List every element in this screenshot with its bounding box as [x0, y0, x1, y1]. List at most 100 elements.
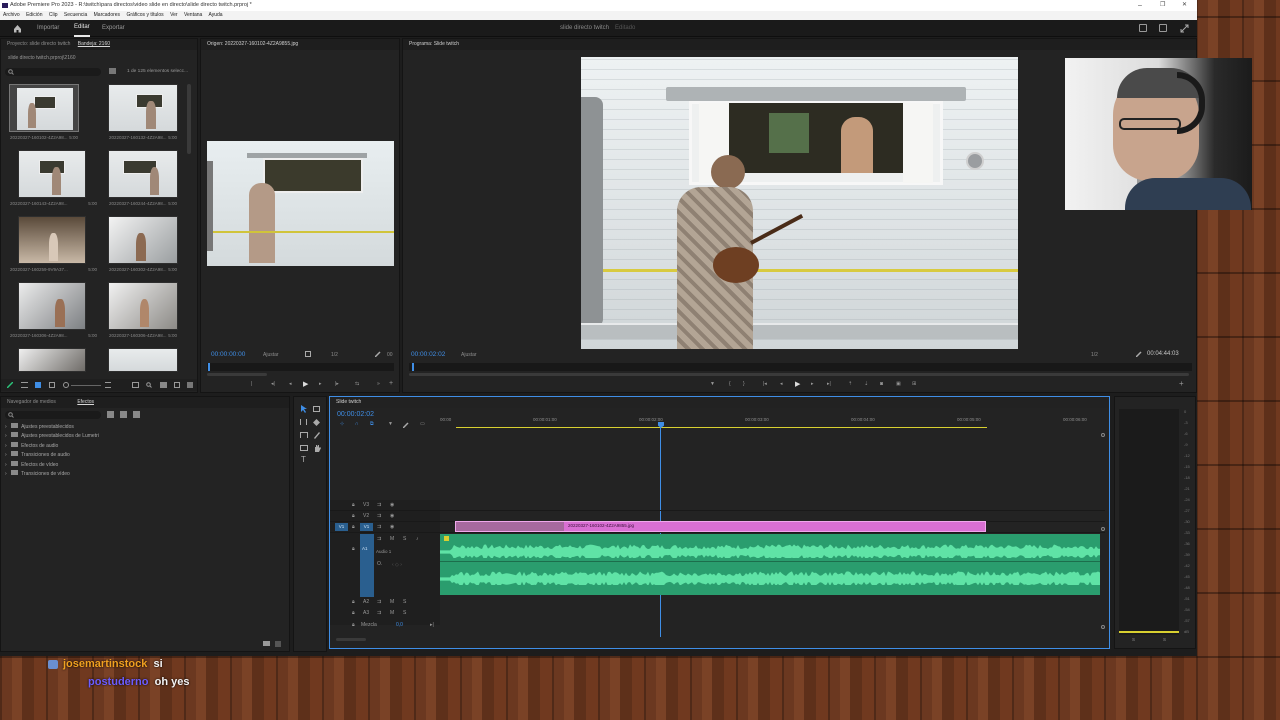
find-icon[interactable]	[146, 382, 152, 388]
mute-button[interactable]: M	[390, 610, 394, 616]
track-select-tool-icon[interactable]	[313, 406, 320, 412]
tab-bin[interactable]: Bandeja: 2160	[78, 41, 110, 47]
mute-button[interactable]: M	[390, 536, 394, 542]
solo-left-button[interactable]: S	[1132, 637, 1135, 642]
eye-icon[interactable]: ◉	[390, 513, 394, 519]
workspaces-icon[interactable]	[1139, 24, 1147, 32]
eye-icon[interactable]: ◉	[390, 502, 394, 508]
lock-icon[interactable]: 🔒︎	[352, 546, 355, 552]
program-mark-out-button[interactable]: }	[743, 381, 745, 387]
eye-icon[interactable]: ◉	[390, 524, 394, 530]
sync-lock-icon[interactable]: ⇉	[377, 610, 381, 616]
track-label[interactable]: V1	[360, 523, 373, 531]
solo-button[interactable]: S	[403, 610, 406, 616]
menu-ventana[interactable]: Ventana	[184, 12, 202, 18]
go-to-out-icon[interactable]: ▸|	[827, 381, 831, 387]
menu-secuencia[interactable]: Secuencia	[64, 12, 87, 18]
slip-tool-icon[interactable]	[300, 432, 308, 438]
zoom-slider-icon[interactable]	[63, 382, 69, 388]
pencil-icon[interactable]	[7, 382, 13, 388]
menu-edicion[interactable]: Edición	[26, 12, 42, 18]
bin-item[interactable]: 20220327-160143-4Z2A98... 5:00	[10, 150, 97, 206]
chat-username[interactable]: josemartinstock	[63, 658, 147, 670]
wrench-icon[interactable]	[375, 351, 381, 357]
effects-folder[interactable]: › Efectos de vídeo	[5, 460, 205, 470]
multicam-icon[interactable]: ⊞	[912, 381, 916, 387]
ripple-edit-tool-icon[interactable]	[300, 419, 307, 425]
captions-icon[interactable]: ▭	[420, 421, 425, 427]
go-to-in-icon[interactable]: |◂	[763, 381, 767, 387]
effects-folder[interactable]: › Transiciones de vídeo	[5, 469, 205, 479]
safe-margins-icon[interactable]	[305, 351, 311, 357]
program-scrubber[interactable]	[409, 363, 1192, 371]
tab-editar[interactable]: Editar	[74, 20, 90, 37]
lock-icon[interactable]: 🔒︎	[352, 622, 355, 628]
source-quality-select[interactable]: 1/2	[331, 352, 338, 358]
menu-archivo[interactable]: Archivo	[3, 12, 20, 18]
a1-patch[interactable]: A1	[360, 534, 374, 597]
effects-folder[interactable]: › Efectos de audio	[5, 441, 205, 451]
sync-lock-icon[interactable]: ⇉	[377, 513, 381, 519]
source-scrubber[interactable]	[207, 363, 394, 371]
timeline-zoom-bar[interactable]	[336, 638, 366, 641]
extract-icon[interactable]: ⇣	[864, 381, 868, 387]
yuv-effects-icon[interactable]	[133, 411, 140, 418]
track-resize-handle[interactable]	[1101, 527, 1105, 531]
bin-scrollbar[interactable]	[187, 84, 191, 154]
source-timecode[interactable]: 00:00:00:00	[211, 351, 245, 358]
add-button-icon[interactable]: +	[389, 380, 393, 387]
step-back-icon[interactable]: ◂|	[271, 381, 275, 387]
mix-value[interactable]: 0,0	[396, 622, 403, 628]
chat-username[interactable]: postuderno	[88, 676, 149, 688]
program-frame-back-icon[interactable]: ◂	[780, 381, 783, 387]
program-add-button-icon[interactable]: +	[1179, 379, 1184, 388]
sync-lock-icon[interactable]: ⇉	[377, 502, 381, 508]
menu-ayuda[interactable]: Ayuda	[208, 12, 222, 18]
accelerated-effects-icon[interactable]	[107, 411, 114, 418]
zoom-slider[interactable]	[71, 385, 101, 386]
trash-icon[interactable]	[187, 382, 193, 388]
source-patch-v1[interactable]: V1	[335, 523, 348, 531]
timeline-marker-icon[interactable]: ▼	[388, 421, 393, 427]
program-mark-in-button[interactable]: {	[729, 381, 731, 387]
tab-exportar[interactable]: Exportar	[102, 20, 125, 37]
bin-item[interactable]: 20220327-160306-4Z2A98... 5:00	[108, 282, 178, 338]
program-wrench-icon[interactable]	[1136, 351, 1142, 357]
effects-folder[interactable]: › Transiciones de audio	[5, 451, 205, 460]
solo-button[interactable]: S	[403, 536, 406, 542]
audio-clip[interactable]	[440, 534, 1100, 595]
export-frame-icon[interactable]: ◙	[880, 381, 883, 387]
bin-item[interactable]: 20220327-160132-4Z2A98... 5:00	[108, 84, 178, 140]
play-button[interactable]: ▶	[303, 380, 308, 388]
menu-graficos[interactable]: Gráficos y títulos	[126, 12, 163, 18]
share-icon[interactable]	[1159, 24, 1167, 32]
step-forward-icon[interactable]: |▸	[335, 381, 339, 387]
mute-button[interactable]: M	[390, 599, 394, 605]
maximize-button[interactable]: ❐	[1160, 0, 1165, 11]
sync-lock-icon[interactable]: ⇉	[377, 599, 381, 605]
bin-search-input[interactable]	[5, 68, 101, 76]
source-fit-select[interactable]: Ajustar	[263, 352, 279, 358]
lock-icon[interactable]: 🔒︎	[352, 610, 355, 616]
lock-icon[interactable]: 🔒︎	[352, 513, 355, 519]
lock-icon[interactable]: 🔒︎	[352, 502, 355, 508]
frame-forward-icon[interactable]: ▸	[319, 381, 322, 387]
volume-knob[interactable]: O.	[377, 561, 382, 567]
timeline-settings-icon[interactable]	[403, 422, 409, 428]
tab-media-browser[interactable]: Navegador de medios	[7, 399, 56, 405]
mark-in-button[interactable]: |	[251, 381, 252, 387]
add-marker-icon[interactable]: ▼	[710, 381, 715, 387]
work-area-bar[interactable]	[456, 427, 987, 428]
snap-icon[interactable]: ∩	[355, 421, 359, 427]
sync-lock-icon[interactable]: ⇉	[377, 524, 381, 530]
source-zoom-bar[interactable]	[207, 373, 267, 376]
icon-view-icon[interactable]	[35, 382, 41, 388]
program-frame-forward-icon[interactable]: ▸	[811, 381, 814, 387]
list-view-icon[interactable]	[21, 382, 28, 388]
overflow-icon[interactable]: »	[377, 381, 380, 387]
compare-icon[interactable]: ▣	[896, 381, 901, 387]
bin-item[interactable]: 20220327-160259-9V9A37... 5:00	[10, 216, 97, 272]
32bit-effects-icon[interactable]	[120, 411, 127, 418]
nest-toggle-icon[interactable]: ⊹	[340, 421, 344, 427]
home-icon[interactable]	[13, 24, 22, 33]
